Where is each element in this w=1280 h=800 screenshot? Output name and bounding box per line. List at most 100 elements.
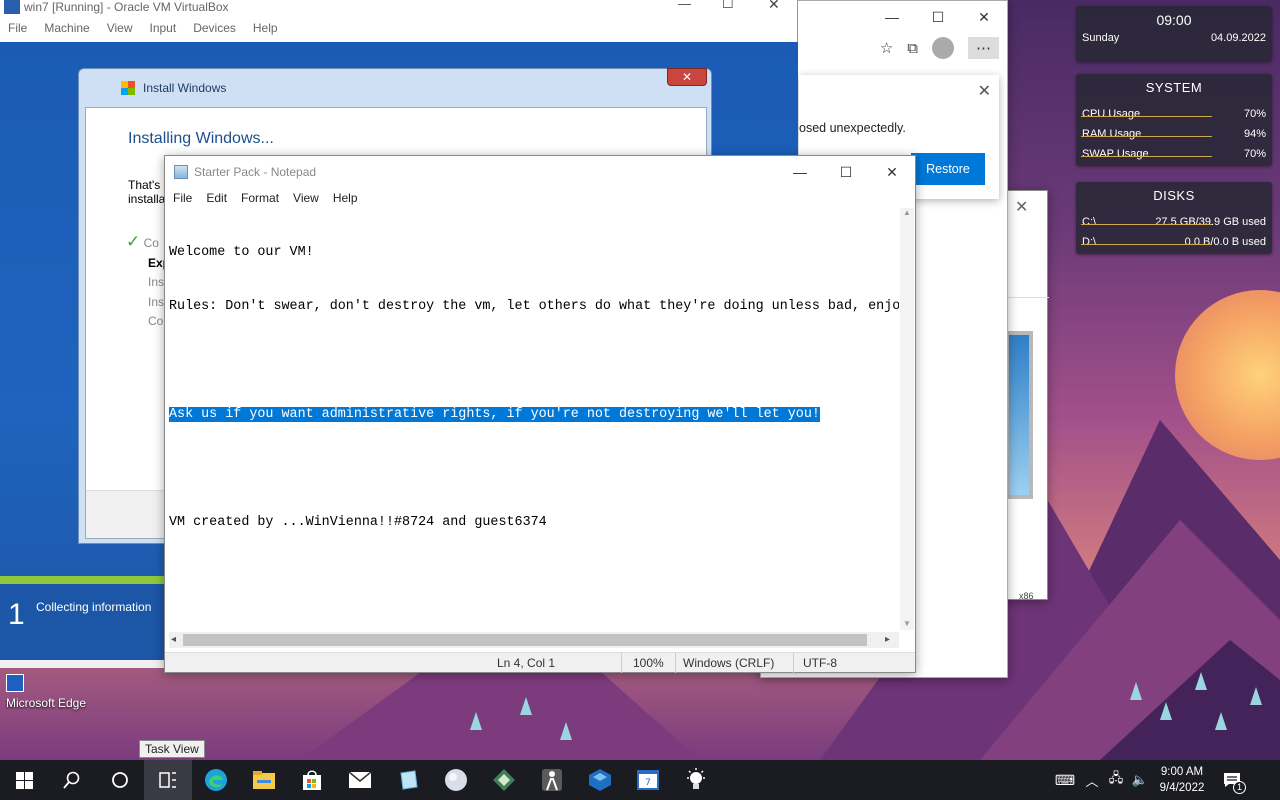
disk-d-row: D:\ 0.0 B/0.0 B used [1081, 236, 1266, 248]
background-window-close-icon[interactable]: ✕ [1015, 197, 1028, 217]
notification-close-icon[interactable]: ✕ [978, 81, 991, 101]
task-view-tooltip: Task View [139, 740, 205, 758]
text-line-1: Welcome to our VM! [169, 245, 314, 260]
app-figure-icon[interactable] [528, 760, 576, 800]
taskbar: 7 ⌨ ︿ 🖧 🔈 9:00 AM 9/4/2022 1 [0, 760, 1280, 800]
disks-widget-title: DISKS [1153, 188, 1195, 203]
virtualbox-minimize-button[interactable]: — [678, 0, 691, 11]
notepad-menu-view[interactable]: View [286, 191, 326, 205]
taskbar-time: 9:00 AM [1160, 766, 1204, 778]
vbox-menu-machine[interactable]: Machine [34, 21, 96, 35]
notepad-menu-edit[interactable]: Edit [199, 191, 234, 205]
edge-minimize-button[interactable]: — [869, 1, 915, 33]
edge-icon[interactable] [192, 760, 240, 800]
vbox-menu-help[interactable]: Help [243, 21, 285, 35]
edge-desktop-shortcut[interactable]: Microsoft Edge [6, 674, 102, 714]
svg-text:7: 7 [645, 778, 651, 788]
vbox-menu-input[interactable]: Input [140, 21, 184, 35]
notepad-vertical-scrollbar[interactable]: ▲ ▼ [900, 208, 914, 630]
notepad-app-icon [174, 165, 188, 179]
windows-start-icon[interactable] [0, 760, 48, 800]
search-icon[interactable] [48, 760, 96, 800]
install-dialog-close-button[interactable]: ✕ [667, 68, 707, 86]
more-options-icon[interactable]: ⋯ [968, 37, 999, 59]
cortana-icon[interactable] [96, 760, 144, 800]
text-line-5 [169, 460, 899, 478]
notepad-title: Starter Pack - Notepad [194, 165, 317, 179]
disk-c-row: C:\ 27.5 GB/39.9 GB used [1081, 216, 1266, 228]
clock-day: Sunday [1082, 32, 1120, 44]
virtualbox-title: win7 [Running] - Oracle VM VirtualBox [24, 0, 229, 14]
notepad-menubar: File Edit Format View Help [165, 188, 915, 208]
tray-chevron-up-icon[interactable]: ︿ [1080, 771, 1104, 790]
notepad-window[interactable]: Starter Pack - Notepad — ☐ ✕ File Edit F… [164, 155, 916, 673]
clock-time: 09:00 [1156, 12, 1192, 28]
volume-icon[interactable]: 🔈 [1128, 772, 1152, 788]
notepad-horizontal-scrollbar[interactable]: ◂ ▸ [169, 632, 899, 648]
status-zoom: 100% [633, 656, 664, 670]
collections-icon[interactable]: ⧉ [907, 40, 918, 57]
system-widget-title: SYSTEM [1145, 80, 1203, 95]
text-line-3 [169, 352, 899, 370]
action-center-icon[interactable]: 1 [1212, 760, 1252, 800]
profile-icon[interactable] [932, 37, 954, 59]
install-heading: Installing Windows... [128, 130, 274, 147]
edge-shortcut-icon [6, 674, 24, 692]
status-line-ending: Windows (CRLF) [683, 656, 775, 670]
virtualbox-app-icon [4, 0, 20, 14]
setup-step-number: 1 [8, 598, 25, 631]
virtualbox-close-button[interactable]: ✕ [768, 0, 780, 13]
notepad-close-button[interactable]: ✕ [869, 156, 915, 188]
setup-step-label: Collecting information [36, 600, 152, 614]
clock-widget: 09:00 Sunday 04.09.2022 [1076, 6, 1272, 62]
text-line-4-selected: Ask us if you want administrative rights… [169, 407, 820, 422]
mail-icon[interactable] [336, 760, 384, 800]
install-dialog-title: Install Windows [143, 81, 227, 95]
virtualbox-menubar: File Machine View Input Devices Help [0, 14, 797, 42]
edge-maximize-button[interactable]: ☐ [915, 1, 961, 33]
notepad-menu-format[interactable]: Format [234, 191, 286, 205]
notepad-text-area[interactable]: Welcome to our VM! Rules: Don't swear, d… [169, 208, 899, 628]
vbox-menu-devices[interactable]: Devices [183, 21, 243, 35]
text-line-6: VM created by ...WinVienna!!#8724 and gu… [169, 515, 547, 530]
notepad-statusbar: Ln 4, Col 1 100% Windows (CRLF) UTF-8 [165, 652, 915, 673]
store-icon[interactable] [288, 760, 336, 800]
background-window-partial-text: x86 [1019, 591, 1034, 601]
windows-flag-icon [121, 81, 135, 95]
app-diamond-icon[interactable] [480, 760, 528, 800]
virtualbox-maximize-button[interactable]: ☐ [722, 0, 734, 12]
vbox-menu-view[interactable]: View [97, 21, 140, 35]
clock-date: 04.09.2022 [1210, 32, 1266, 44]
task-view-icon[interactable] [144, 760, 192, 800]
virtualbox-icon[interactable] [576, 760, 624, 800]
bulb-icon[interactable] [672, 760, 720, 800]
edge-close-button[interactable]: ✕ [961, 1, 1007, 33]
edge-shortcut-label: Microsoft Edge [6, 696, 87, 710]
ram-usage-row: RAM Usage 94% [1081, 128, 1266, 140]
notepad-maximize-button[interactable]: ☐ [823, 156, 869, 188]
text-line-2: Rules: Don't swear, don't destroy the vm… [169, 299, 899, 314]
vbox-menu-file[interactable]: File [1, 21, 34, 35]
background-window-image [1005, 331, 1033, 499]
keyboard-icon[interactable]: ⌨ [1050, 772, 1080, 789]
status-encoding: UTF-8 [803, 656, 837, 670]
notepad-minimize-button[interactable]: — [777, 156, 823, 188]
notification-text: osed unexpectedly. [799, 121, 906, 135]
app-sphere-icon[interactable] [432, 760, 480, 800]
taskbar-clock[interactable]: 9:00 AM 9/4/2022 [1152, 764, 1212, 796]
disks-widget: DISKS C:\ 27.5 GB/39.9 GB used D:\ 0.0 B/0… [1076, 182, 1272, 254]
file-explorer-icon[interactable] [240, 760, 288, 800]
network-icon[interactable]: 🖧 [1104, 769, 1128, 791]
notification-count-badge: 1 [1233, 781, 1246, 794]
notepad-menu-help[interactable]: Help [326, 191, 365, 205]
app-window-icon[interactable]: 7 [624, 760, 672, 800]
system-tray: ⌨ ︿ 🖧 🔈 9:00 AM 9/4/2022 1 [1050, 760, 1280, 800]
restore-button[interactable]: Restore [911, 153, 985, 185]
horizontal-scroll-thumb[interactable] [183, 634, 867, 646]
taskbar-date: 9/4/2022 [1159, 782, 1205, 794]
favorites-icon[interactable]: ☆ [880, 39, 893, 57]
check-icon: ✓ [126, 232, 141, 251]
cpu-usage-row: CPU Usage 70% [1081, 108, 1266, 120]
notepad-menu-file[interactable]: File [166, 191, 199, 205]
notepad-icon[interactable] [384, 760, 432, 800]
